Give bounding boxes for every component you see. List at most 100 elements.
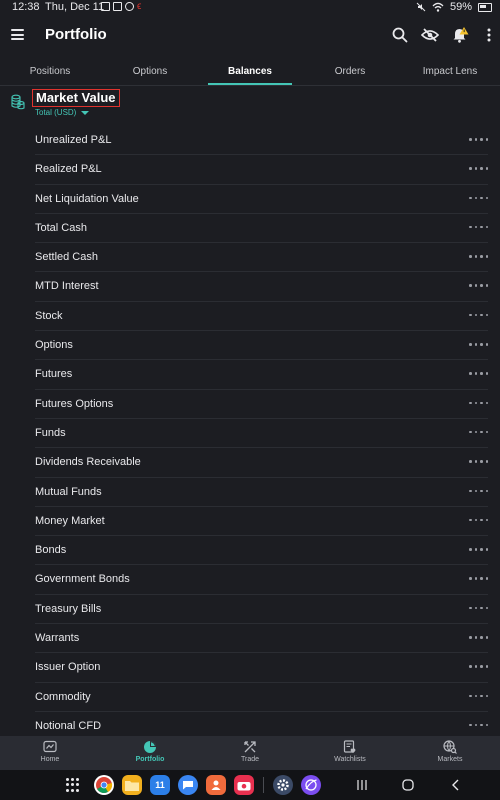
- app-bar: Portfolio: [0, 18, 500, 54]
- balance-row-label: Bonds: [35, 544, 67, 557]
- calendar-app-icon[interactable]: 11: [150, 775, 170, 795]
- nav-watchlists[interactable]: Watchlists: [300, 740, 400, 763]
- balance-row[interactable]: Stock: [35, 302, 488, 332]
- battery-icon: [478, 2, 492, 12]
- row-more-icon[interactable]: [469, 430, 488, 434]
- balance-row-label: Futures: [35, 368, 73, 381]
- balance-row[interactable]: Issuer Option: [35, 653, 488, 683]
- balance-row[interactable]: Commodity: [35, 683, 488, 712]
- back-button-icon[interactable]: [448, 778, 464, 792]
- balance-row[interactable]: Government Bonds: [35, 565, 488, 595]
- nav-home[interactable]: Home: [0, 740, 100, 763]
- nav-trade[interactable]: Trade: [200, 740, 300, 763]
- camera-app-icon[interactable]: [234, 775, 254, 795]
- balance-row-label: Notional CFD: [35, 719, 102, 732]
- row-more-icon[interactable]: [469, 636, 488, 639]
- arrows-icon: [244, 741, 256, 753]
- balance-row-label: Dividends Receivable: [35, 456, 141, 469]
- row-more-icon[interactable]: [469, 401, 488, 405]
- alerts-bell-icon[interactable]: [451, 26, 469, 44]
- battery-percent: 59%: [449, 1, 472, 13]
- balance-row[interactable]: Settled Cash: [35, 243, 488, 273]
- balance-row[interactable]: Warrants: [35, 624, 488, 654]
- row-more-icon[interactable]: [469, 606, 488, 610]
- nav-markets[interactable]: Markets: [400, 740, 500, 763]
- balance-row[interactable]: Futures: [35, 360, 488, 390]
- contacts-app-icon[interactable]: [206, 775, 226, 795]
- tab-options[interactable]: Options: [100, 60, 200, 84]
- more-options-icon[interactable]: [480, 26, 498, 44]
- row-more-icon[interactable]: [469, 255, 488, 258]
- balance-row-label: Funds: [35, 426, 66, 439]
- row-more-icon[interactable]: [469, 313, 488, 317]
- folder-app-icon[interactable]: [122, 775, 142, 795]
- row-more-icon[interactable]: [469, 723, 488, 727]
- chrome-app-icon[interactable]: [94, 775, 114, 795]
- balance-row[interactable]: Money Market: [35, 507, 488, 537]
- row-more-icon[interactable]: [469, 343, 488, 346]
- row-more-icon[interactable]: [469, 196, 488, 200]
- currency-selector[interactable]: Total (USD): [35, 108, 90, 117]
- nav-trade-label: Trade: [240, 756, 260, 763]
- balance-row-label: Government Bonds: [35, 573, 130, 586]
- tab-impact-lens[interactable]: Impact Lens: [400, 60, 500, 84]
- balance-row[interactable]: Mutual Funds: [35, 478, 488, 507]
- home-chart-icon: [43, 740, 57, 753]
- balance-row-label: MTD Interest: [35, 280, 99, 293]
- row-more-icon[interactable]: [469, 225, 488, 229]
- balance-row[interactable]: Realized P&L: [35, 155, 488, 185]
- messages-app-icon[interactable]: [178, 775, 198, 795]
- tab-balances[interactable]: Balances: [208, 60, 292, 85]
- system-navigation-bar: 11: [0, 770, 500, 800]
- row-more-icon[interactable]: [469, 138, 488, 141]
- row-more-icon[interactable]: [469, 372, 488, 375]
- search-icon[interactable]: [391, 26, 409, 44]
- nav-portfolio[interactable]: Portfolio: [100, 740, 200, 763]
- balance-row[interactable]: Futures Options: [35, 390, 488, 419]
- balance-row-label: Futures Options: [35, 397, 114, 410]
- hide-values-eye-icon[interactable]: [421, 26, 439, 44]
- app-drawer-icon[interactable]: [66, 778, 80, 792]
- balance-row-label: Net Liquidation Value: [35, 192, 139, 205]
- row-more-icon[interactable]: [469, 548, 488, 551]
- recent-apps-icon[interactable]: [354, 778, 370, 792]
- row-more-icon[interactable]: [469, 489, 488, 493]
- row-more-icon[interactable]: [469, 284, 488, 287]
- row-more-icon[interactable]: [469, 665, 488, 668]
- balances-list: Unrealized P&L Realized P&L Net Liquidatio…: [0, 126, 500, 742]
- balance-row-label: Realized P&L: [35, 163, 102, 176]
- app-notification-icon: [125, 2, 134, 11]
- balance-row-label: Money Market: [35, 514, 105, 527]
- page-title: Portfolio: [45, 26, 107, 43]
- balance-row[interactable]: Unrealized P&L: [35, 126, 488, 156]
- balance-row[interactable]: Funds: [35, 419, 488, 449]
- row-more-icon[interactable]: [469, 694, 488, 698]
- hamburger-menu-icon[interactable]: [11, 29, 24, 40]
- balance-row[interactable]: Bonds: [35, 536, 488, 566]
- balance-row-label: Settled Cash: [35, 251, 98, 264]
- balance-row-label: Treasury Bills: [35, 602, 102, 615]
- portfolio-tabs: Positions Options Balances Orders Impact…: [0, 60, 500, 86]
- status-time: 12:38: [12, 1, 40, 13]
- settings-app-icon[interactable]: [273, 775, 293, 795]
- balance-row[interactable]: Total Cash: [35, 214, 488, 244]
- market-value-title: Market Value: [32, 89, 120, 107]
- row-more-icon[interactable]: [469, 460, 488, 463]
- email-notification-icon: [113, 2, 122, 11]
- balance-row[interactable]: Dividends Receivable: [35, 448, 488, 478]
- row-more-icon[interactable]: [469, 167, 488, 170]
- balance-row[interactable]: MTD Interest: [35, 272, 488, 302]
- balance-row[interactable]: Options: [35, 331, 488, 361]
- balance-row[interactable]: Net Liquidation Value: [35, 185, 488, 214]
- internet-app-icon[interactable]: [301, 775, 321, 795]
- nav-home-label: Home: [40, 756, 60, 763]
- row-more-icon[interactable]: [469, 518, 488, 522]
- row-more-icon[interactable]: [469, 577, 488, 580]
- balance-row-label: Issuer Option: [35, 661, 101, 674]
- balance-row[interactable]: Treasury Bills: [35, 595, 488, 625]
- nav-markets-label: Markets: [437, 756, 463, 763]
- home-button-icon[interactable]: [400, 778, 416, 792]
- tab-orders[interactable]: Orders: [300, 60, 400, 84]
- pie-chart-icon: [144, 741, 156, 753]
- tab-positions[interactable]: Positions: [0, 60, 100, 84]
